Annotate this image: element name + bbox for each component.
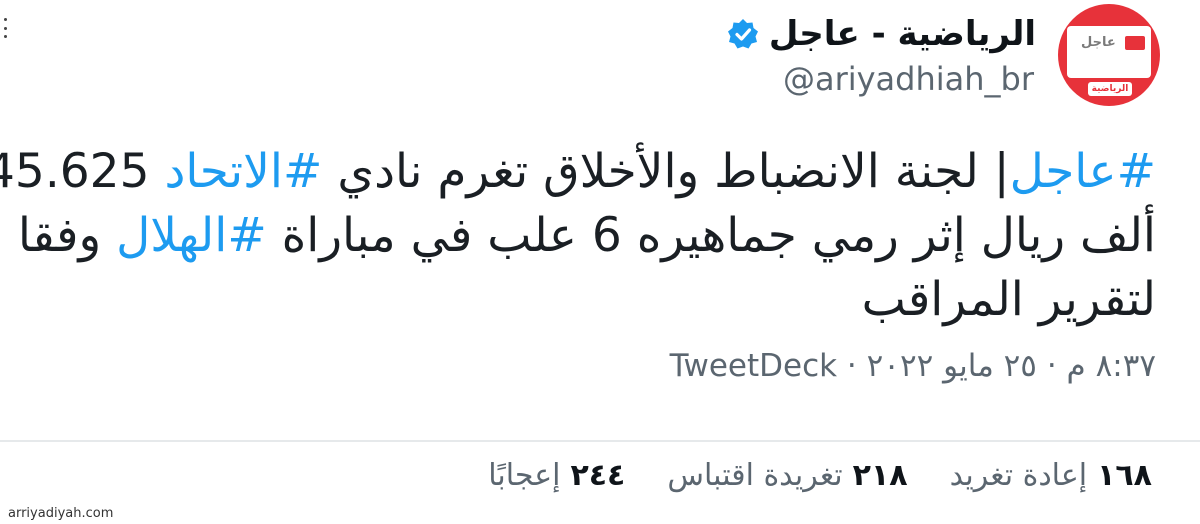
tweet-line-3: لتقرير المراقب <box>0 268 1156 332</box>
tweet-meta: ٨:٣٧ م · ٢٥ مايو ٢٠٢٢ · TweetDeck <box>670 348 1156 384</box>
quotes-count: ٢١٨ <box>852 458 908 493</box>
display-name-row: الرياضية - عاجل <box>727 12 1036 56</box>
meta-separator: · <box>1036 348 1067 384</box>
hashtag-link[interactable]: #عاجل <box>1010 144 1156 199</box>
likes-label: إعجابًا <box>488 458 561 493</box>
tweet-text-segment: | لجنة الانضباط والأخلاق تغرم نادي <box>322 144 1010 199</box>
hashtag-link[interactable]: #الاتحاد <box>164 144 322 199</box>
quotes-label: تغريدة اقتباس <box>667 458 843 493</box>
avatar-logo-mark <box>1125 36 1145 50</box>
verified-badge-icon <box>727 19 758 49</box>
watermark: arriyadiyah.com <box>8 506 114 521</box>
avatar-logo-text: عاجل <box>1081 35 1116 50</box>
tweet-source[interactable]: TweetDeck <box>670 348 837 384</box>
avatar[interactable]: عاجل الرياضية <box>1058 4 1160 106</box>
tweet-text-segment: لتقرير المراقب <box>861 272 1156 327</box>
tweet-date[interactable]: ٢٥ مايو ٢٠٢٢ <box>867 348 1037 384</box>
avatar-logo-band-text: الرياضية <box>1091 84 1129 94</box>
tweet-text-segment: ألف ريال إثر رمي جماهيره 6 علب في مباراة <box>266 208 1156 263</box>
avatar-logo-band: الرياضية <box>1088 82 1132 96</box>
tweet-stats: ١٦٨ إعادة تغريد ٢١٨ تغريدة اقتباس ٢٤٤ إعجاب… <box>488 458 1152 493</box>
tweet-line-1: #عاجل| لجنة الانضباط والأخلاق تغرم نادي … <box>0 140 1156 204</box>
avatar-logo-panel: عاجل <box>1067 26 1151 78</box>
more-options-icon[interactable] <box>4 18 20 38</box>
display-name[interactable]: الرياضية - عاجل <box>769 14 1036 54</box>
likes-count: ٢٤٤ <box>570 458 626 493</box>
quotes-stat[interactable]: ٢١٨ تغريدة اقتباس <box>667 458 907 493</box>
meta-separator: · <box>837 348 867 384</box>
tweet-line-2: ألف ريال إثر رمي جماهيره 6 علب في مباراة… <box>0 204 1156 268</box>
tweet-time[interactable]: ٨:٣٧ م <box>1067 348 1156 384</box>
divider <box>0 440 1200 442</box>
retweets-label: إعادة تغريد <box>949 458 1088 493</box>
retweets-stat[interactable]: ١٦٨ إعادة تغريد <box>950 458 1152 493</box>
hashtag-link[interactable]: #الهلال <box>116 208 267 263</box>
tweet-text: #عاجل| لجنة الانضباط والأخلاق تغرم نادي … <box>0 140 1156 332</box>
likes-stat[interactable]: ٢٤٤ إعجابًا <box>488 458 625 493</box>
tweet-card: عاجل الرياضية الرياضية - عاجل @ariyadhia… <box>0 0 1200 524</box>
retweets-count: ١٦٨ <box>1097 458 1152 493</box>
tweet-text-segment: وفقا <box>17 208 117 263</box>
username[interactable]: @ariyadhiah_br <box>783 60 1034 98</box>
tweet-text-segment: 45.625 <box>0 144 165 199</box>
